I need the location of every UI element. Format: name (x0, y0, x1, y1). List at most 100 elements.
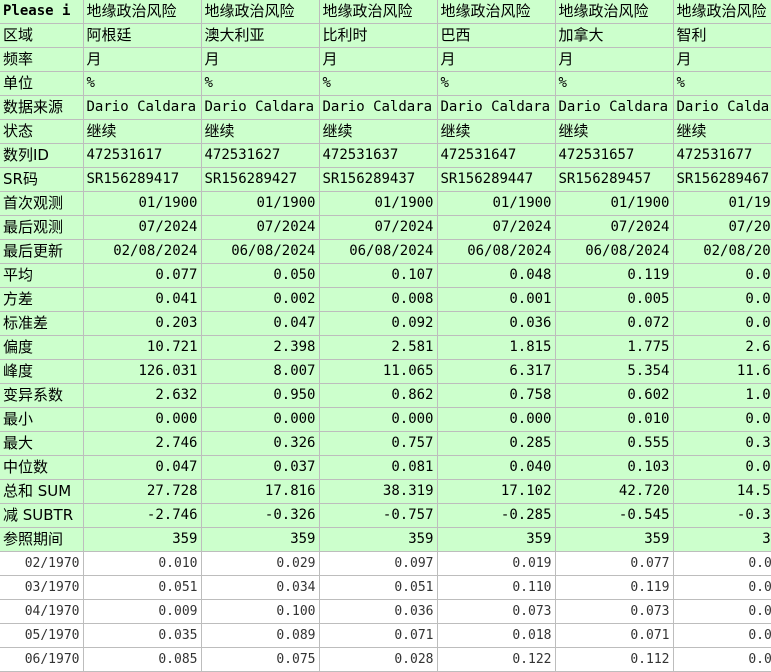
value-cell[interactable]: 0.119 (555, 263, 674, 288)
value-cell[interactable]: 比利时 (319, 23, 438, 48)
value-cell[interactable]: 472531627 (201, 143, 320, 168)
row-label-cell[interactable]: 06/1970 (0, 647, 84, 672)
row-label-cell[interactable]: 04/1970 (0, 599, 84, 624)
value-cell[interactable]: 0.119 (555, 575, 674, 600)
value-cell[interactable]: 01/1900 (555, 191, 674, 216)
value-cell[interactable]: 0.019 (437, 551, 556, 576)
value-cell[interactable]: 月 (437, 47, 556, 72)
row-label-cell[interactable]: 标准差 (0, 311, 84, 336)
value-cell[interactable]: 0.041 (673, 311, 771, 336)
row-label-cell[interactable]: 03/1970 (0, 575, 84, 600)
value-cell[interactable]: 0.000 (673, 407, 771, 432)
row-label-cell[interactable]: 总和 SUM (0, 479, 84, 504)
value-cell[interactable]: 472531657 (555, 143, 674, 168)
row-label-cell[interactable]: 频率 (0, 47, 84, 72)
value-cell[interactable]: 17.102 (437, 479, 556, 504)
value-cell[interactable]: -0.326 (201, 503, 320, 528)
value-cell[interactable]: SR156289417 (83, 167, 202, 192)
row-label-cell[interactable]: 05/1970 (0, 623, 84, 648)
value-cell[interactable]: 0.112 (555, 647, 674, 672)
value-cell[interactable]: 继续 (201, 119, 320, 144)
value-cell[interactable]: 6.317 (437, 359, 556, 384)
value-cell[interactable]: 27.728 (83, 479, 202, 504)
value-cell[interactable]: 阿根廷 (83, 23, 202, 48)
value-cell[interactable]: 0.009 (673, 623, 771, 648)
value-cell[interactable]: 0.029 (201, 551, 320, 576)
value-cell[interactable]: 0.555 (555, 431, 674, 456)
value-cell[interactable]: 11.622 (673, 359, 771, 384)
row-label-cell[interactable]: 最小 (0, 407, 84, 432)
value-cell[interactable]: 1.775 (555, 335, 674, 360)
value-cell[interactable]: 继续 (437, 119, 556, 144)
value-cell[interactable]: 2.611 (673, 335, 771, 360)
value-cell[interactable]: 472531677 (673, 143, 771, 168)
value-cell[interactable]: 月 (555, 47, 674, 72)
value-cell[interactable]: 0.010 (83, 551, 202, 576)
value-cell[interactable]: 0.000 (319, 407, 438, 432)
row-label-cell[interactable]: 02/1970 (0, 551, 84, 576)
value-cell[interactable]: 359 (201, 527, 320, 552)
value-cell[interactable]: 126.031 (83, 359, 202, 384)
value-cell[interactable]: 2.746 (83, 431, 202, 456)
value-cell[interactable]: 巴西 (437, 23, 556, 48)
value-cell[interactable]: 0.050 (201, 263, 320, 288)
value-cell[interactable]: -0.545 (555, 503, 674, 528)
value-cell[interactable]: 0.758 (437, 383, 556, 408)
value-cell[interactable]: Dario Caldara (83, 95, 202, 120)
value-cell[interactable]: 0.048 (437, 263, 556, 288)
value-cell[interactable]: 0.092 (319, 311, 438, 336)
row-label-cell[interactable]: 最后观测 (0, 215, 84, 240)
value-cell[interactable]: 17.816 (201, 479, 320, 504)
value-cell[interactable]: 0.000 (437, 407, 556, 432)
value-cell[interactable]: 2.632 (83, 383, 202, 408)
value-cell[interactable]: 472531647 (437, 143, 556, 168)
value-cell[interactable]: 0.073 (437, 599, 556, 624)
value-cell[interactable]: 07/2024 (437, 215, 556, 240)
row-label-cell[interactable]: 单位 (0, 71, 84, 96)
value-cell[interactable]: 472531637 (319, 143, 438, 168)
value-cell[interactable]: 0.081 (319, 455, 438, 480)
value-cell[interactable]: 0.072 (555, 311, 674, 336)
value-cell[interactable]: % (555, 71, 674, 96)
value-cell[interactable]: 0.089 (201, 623, 320, 648)
value-cell[interactable]: 0.036 (437, 311, 556, 336)
value-cell[interactable]: 0.097 (319, 551, 438, 576)
value-cell[interactable]: 0.950 (201, 383, 320, 408)
header-cell[interactable]: 地缘政治风险 (201, 0, 320, 24)
value-cell[interactable]: -2.746 (83, 503, 202, 528)
value-cell[interactable]: 01/1900 (319, 191, 438, 216)
value-cell[interactable]: 继续 (555, 119, 674, 144)
value-cell[interactable]: 10.721 (83, 335, 202, 360)
value-cell[interactable]: 0.110 (437, 575, 556, 600)
value-cell[interactable]: 06/08/2024 (319, 239, 438, 264)
row-label-cell[interactable]: 状态 (0, 119, 84, 144)
value-cell[interactable]: Dario Caldara (555, 95, 674, 120)
value-cell[interactable]: 06/08/2024 (555, 239, 674, 264)
value-cell[interactable]: 07/2024 (319, 215, 438, 240)
value-cell[interactable]: SR156289467 (673, 167, 771, 192)
value-cell[interactable]: 0.009 (673, 599, 771, 624)
value-cell[interactable]: 359 (437, 527, 556, 552)
value-cell[interactable]: 01/1900 (83, 191, 202, 216)
value-cell[interactable]: 月 (83, 47, 202, 72)
value-cell[interactable]: SR156289427 (201, 167, 320, 192)
value-cell[interactable]: 0.107 (319, 263, 438, 288)
value-cell[interactable]: 0.073 (555, 599, 674, 624)
value-cell[interactable]: 0.071 (555, 623, 674, 648)
value-cell[interactable]: 0.862 (319, 383, 438, 408)
value-cell[interactable]: 2.581 (319, 335, 438, 360)
value-cell[interactable]: 月 (673, 47, 771, 72)
value-cell[interactable]: 0.075 (201, 647, 320, 672)
value-cell[interactable]: 月 (319, 47, 438, 72)
row-label-cell[interactable]: 减 SUBTR (0, 503, 84, 528)
value-cell[interactable]: 继续 (319, 119, 438, 144)
value-cell[interactable]: 01/1900 (201, 191, 320, 216)
value-cell[interactable]: 5.354 (555, 359, 674, 384)
value-cell[interactable]: 0.000 (201, 407, 320, 432)
value-cell[interactable]: 0.018 (437, 623, 556, 648)
value-cell[interactable]: 38.319 (319, 479, 438, 504)
value-cell[interactable]: 0.010 (555, 407, 674, 432)
header-cell[interactable]: 地缘政治风险 (555, 0, 674, 24)
value-cell[interactable]: 0.035 (83, 623, 202, 648)
value-cell[interactable]: 01/1900 (437, 191, 556, 216)
